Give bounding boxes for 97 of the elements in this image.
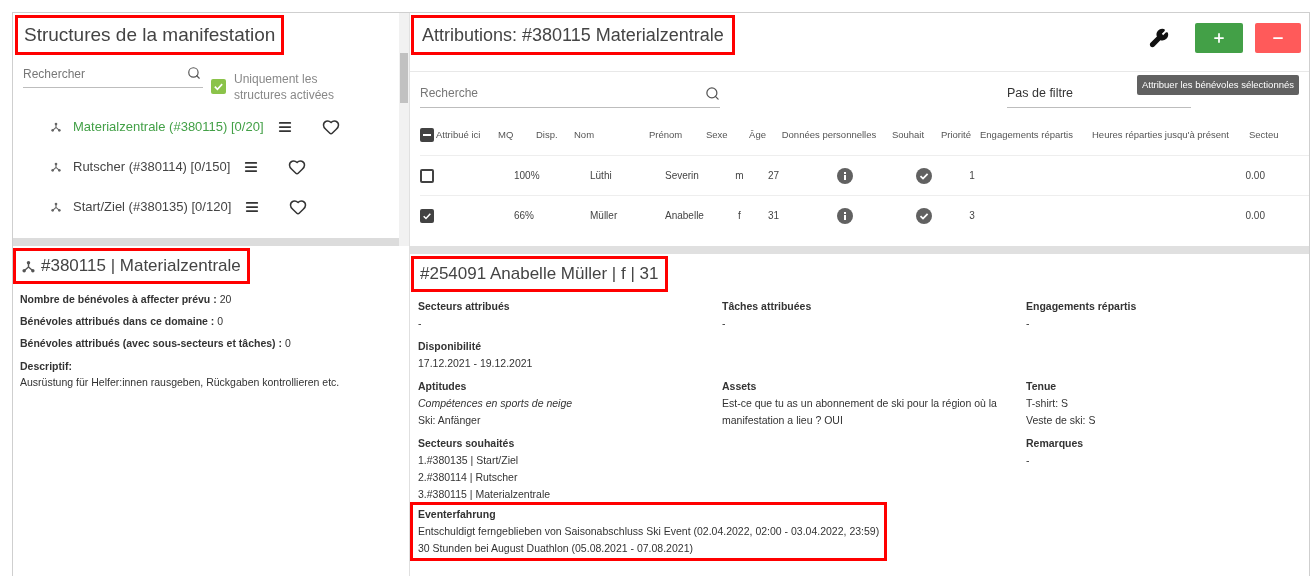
section-text: 17.12.2021 - 19.12.2021 [418,356,533,371]
table-cell-text: f [738,209,741,223]
table-cell-text: m [735,169,744,183]
table-cell-text: 100% [514,169,540,183]
checkbox[interactable] [211,79,226,94]
search-field[interactable]: Rechercher [23,61,203,88]
section-text: 1.#380135 | Start/Ziel [418,453,519,468]
structure-item[interactable]: Start/Ziel (#380135) [0/120] [73,197,232,217]
section-label: Secteurs souhaités [418,436,515,451]
tooltip: Attribuer les bénévoles sélectionnés [1136,75,1299,95]
table-cell-text: 31 [767,209,780,223]
section-text: - [1026,453,1030,468]
checkbox[interactable] [420,208,434,223]
column-header[interactable]: Attribué ici [436,127,481,143]
section-text: T-shirt: S [1026,396,1068,411]
heart-icon[interactable] [289,198,308,216]
section-text: - [1026,316,1030,331]
table-cell-text: 27 [767,169,780,183]
field-value: 0 [285,336,291,350]
heart-icon[interactable] [288,158,307,176]
section-text: 2.#380114 | Rutscher [418,470,518,485]
table-cell-text: Müller [590,209,618,223]
structure-item[interactable]: Rutscher (#380114) [0/150] [73,157,231,177]
table-cell-text: 0.00 [1245,209,1265,223]
list-icon[interactable] [245,200,260,214]
section-label: Aptitudes [418,379,467,394]
table-cell-text: 3 [969,209,975,223]
check-circle-icon [916,207,932,224]
section-label: Remarques [1026,436,1084,451]
section-text: 30 Stunden bei August Duathlon (05.08.2021 - 07.08.2021) [418,541,693,556]
vertical-scrollbar[interactable] [399,13,409,246]
info-icon[interactable] [837,207,853,224]
search-icon [705,85,720,101]
column-header[interactable]: Priorité [940,127,972,143]
field-label: Bénévoles attribués dans ce domaine : [20,314,215,328]
checkbox-label: Uniquement les structures activées [234,71,336,103]
section-label: Secteurs attribués [418,299,510,314]
section-text: Veste de ski: S [1026,413,1096,428]
section-text: Entschuldigt ferngeblieben von Saisonabschluss Ski Event (02.04.2022, 02:00 - 03.04.2022, 23:59) [418,524,880,539]
field-label: Bénévoles attribués (avec sous-secteurs et tâches) : [20,336,283,350]
section-text: 3.#380115 | Materialzentrale [418,487,551,502]
column-header[interactable]: Disp. [536,127,558,143]
table-cell-text: 1 [969,169,975,183]
field-value: 0 [217,314,224,328]
horizontal-scrollbar[interactable] [13,238,399,246]
column-header[interactable]: Engagements répartis [980,127,1073,143]
search-field[interactable]: Recherche [420,79,720,108]
table-cell-text: Severin [665,169,699,183]
tree-node-icon [22,259,35,273]
section-text: Ski: Anfänger [418,413,481,428]
column-header[interactable]: Données personnelles [781,127,877,143]
tree-node-icon [51,202,61,212]
column-header[interactable]: Nom [574,127,595,143]
section-text: - [722,316,726,331]
info-icon[interactable] [837,167,853,184]
tree-node-icon [51,122,61,132]
settings-icon[interactable] [1149,28,1169,48]
list-icon[interactable] [244,160,259,174]
volunteer-title: #254091 Anabelle Müller | f | 31 [420,263,659,285]
checkbox[interactable] [420,128,434,142]
check-circle-icon [916,167,932,184]
structure-title: #380115 | Materialzentrale [41,255,241,277]
heart-icon[interactable] [321,118,340,136]
column-header[interactable]: Secteu [1249,127,1279,143]
description-text: Ausrüstung für Helfer:innen rausgeben, Rückgaben kontrollieren etc. [20,375,340,390]
search-icon [187,66,201,80]
table-cell-text: 66% [514,209,534,223]
section-label: Tâches attribuées [722,299,812,314]
table-row[interactable]: 100% Lüthi Severin m 27 1 0.00 [420,155,1309,195]
column-header[interactable]: Souhait [891,127,925,143]
column-header[interactable]: Heures réparties jusqu'à présent [1092,127,1229,143]
check-icon [213,81,224,92]
section-text: - [418,316,422,331]
section-text: Compétences en sports de neige [418,396,573,411]
column-header[interactable]: Prénom [649,127,683,143]
checkbox[interactable] [420,168,434,183]
table-cell-text: Lüthi [590,169,612,183]
table-row[interactable]: 66% Müller Anabelle f 31 3 0.00 [420,195,1309,235]
section-label: Disponibilité [418,339,481,354]
section-label: Engagements répartis [1026,299,1137,314]
plus-icon [1212,31,1226,45]
field-label: Descriptif: [20,359,72,374]
list-icon[interactable] [277,120,292,134]
section-label: Tenue [1026,379,1057,394]
table-cell-text: 0.00 [1245,169,1265,183]
panel-title: Attributions: #380115 Materialzentrale [422,24,724,47]
section-text: Est-ce que tu as un abonnement de ski pour la région où la manifestation a lieu ? OUI [722,396,998,428]
column-header[interactable]: Sexe [706,127,728,143]
field-label: Nombre de bénévoles à affecter prévu : [20,292,217,306]
table-cell-text: Anabelle [665,209,704,223]
tree-node-icon [51,162,61,172]
column-header[interactable]: MQ [498,127,514,143]
section-label: Assets [722,379,757,394]
panel-title: Structures de la manifestation [24,23,276,47]
section-label: Eventerfahrung [418,507,496,522]
column-header[interactable]: Âge [749,127,766,143]
field-value: 20 [219,292,232,306]
